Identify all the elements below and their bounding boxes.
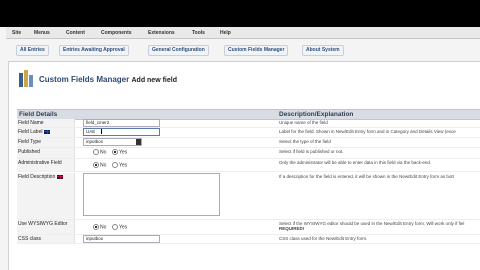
field-description-label: Field Description [18, 174, 56, 180]
row-field-label: Field Label UAE Label for the field. Sho… [17, 128, 480, 138]
published-label: Published [18, 149, 40, 155]
radio-checked-icon [112, 149, 118, 155]
row-admin-field: Administrative Field No Yes Only the adm… [17, 159, 480, 172]
chevron-down-icon [136, 139, 141, 145]
row-css-class: CSS class inputbox CSS class used for th… [17, 235, 480, 244]
field-description-textarea[interactable] [83, 173, 220, 216]
radio-icon [112, 224, 118, 230]
field-type-desc: Select the type of the field [279, 139, 331, 144]
menu-site[interactable]: Site [12, 30, 21, 36]
nav-about-system[interactable]: About System [302, 45, 344, 56]
menu-content[interactable]: Content [66, 30, 85, 36]
nav-general-configuration[interactable]: General Configuration [148, 45, 209, 56]
wysiwyg-desc: Select if the WYSIWYG editor should be u… [279, 221, 465, 226]
wysiwyg-required: REQUIRED! [279, 226, 305, 231]
menu-help[interactable]: Help [220, 30, 231, 36]
nav-entries-awaiting-approval[interactable]: Entries Awaiting Approval [59, 45, 129, 56]
radio-checked-icon [93, 162, 99, 168]
menu-extensions[interactable]: Extensions [148, 30, 175, 36]
wysiwyg-no-radio[interactable]: No [93, 224, 106, 230]
fields-manager-logo-icon [19, 70, 33, 87]
field-label-input[interactable]: UAE [83, 128, 160, 136]
row-field-type: Field Type inputbox Select the type of t… [17, 138, 480, 148]
wysiwyg-yes-radio[interactable]: Yes [112, 224, 127, 230]
admin-yes-radio[interactable]: Yes [112, 162, 127, 168]
row-published: Published No Yes Select if field is publ… [17, 148, 480, 159]
radio-icon [93, 149, 99, 155]
radio-icon [112, 162, 118, 168]
published-yes-radio[interactable]: Yes [112, 149, 127, 155]
field-name-label: Field Name [18, 120, 44, 126]
uk-flag-icon [57, 174, 64, 179]
col-description: Description/Explanation [279, 111, 354, 118]
admin-field-desc: Only the administrator will be able to e… [279, 160, 432, 165]
published-no-radio[interactable]: No [93, 149, 106, 155]
page-subtitle: Add new field [131, 77, 177, 84]
published-desc: Select if field is published or not. [279, 149, 344, 154]
field-name-input[interactable]: field_cmer2 [83, 119, 160, 127]
admin-window: Site Menus Content Components Extensions… [0, 27, 480, 270]
field-type-label: Field Type [18, 139, 41, 145]
text-cursor [101, 129, 102, 134]
css-class-label: CSS class [18, 236, 42, 242]
component-toolbar: All Entries Entries Awaiting Approval Ge… [6, 41, 480, 57]
row-field-name: Field Name field_cmer2 Unique name of th… [17, 119, 480, 128]
field-label-label: Field Label [18, 129, 43, 135]
content-panel: Custom Fields Manager Add new field Fiel… [8, 61, 480, 270]
published-no-label: No [100, 149, 107, 156]
field-type-value: inputbox [86, 139, 104, 144]
row-wysiwyg: Use WYSIWYG Editor No Yes Select if the … [17, 220, 480, 235]
col-field-details: Field Details [19, 111, 58, 118]
menu-tools[interactable]: Tools [192, 30, 205, 36]
css-class-desc: CSS class used for the New/Edit Entry fo… [279, 236, 368, 241]
nav-custom-fields-manager[interactable]: Custom Fields Manager [224, 45, 289, 56]
admin-field-label: Administrative Field [18, 160, 62, 166]
radio-checked-icon [93, 224, 99, 230]
wysiwyg-label: Use WYSIWYG Editor [18, 221, 68, 227]
admin-no-label: No [100, 162, 107, 169]
field-label-desc: Label for the field. Shown in New/Edit E… [279, 129, 456, 134]
row-field-description: Field Description If a description for t… [17, 173, 480, 220]
field-description-desc: If a description for the field is entere… [279, 174, 454, 179]
menu-components[interactable]: Components [101, 30, 132, 36]
field-name-desc: Unique name of the field [279, 120, 328, 125]
nav-all-entries[interactable]: All Entries [16, 45, 49, 56]
admin-no-radio[interactable]: No [93, 162, 106, 168]
page-title: Custom Fields Manager Add new field [39, 75, 177, 84]
page-title-text: Custom Fields Manager [39, 75, 130, 84]
admin-yes-label: Yes [119, 162, 128, 169]
top-menu-bar: Site Menus Content Components Extensions… [6, 27, 480, 39]
wysiwyg-yes-label: Yes [119, 224, 128, 231]
published-yes-label: Yes [119, 149, 128, 156]
field-type-select[interactable]: inputbox [83, 138, 142, 146]
uk-flag-icon [44, 129, 51, 134]
wysiwyg-no-label: No [100, 224, 107, 231]
menu-menus[interactable]: Menus [34, 30, 50, 36]
css-class-input[interactable]: inputbox [83, 235, 160, 243]
